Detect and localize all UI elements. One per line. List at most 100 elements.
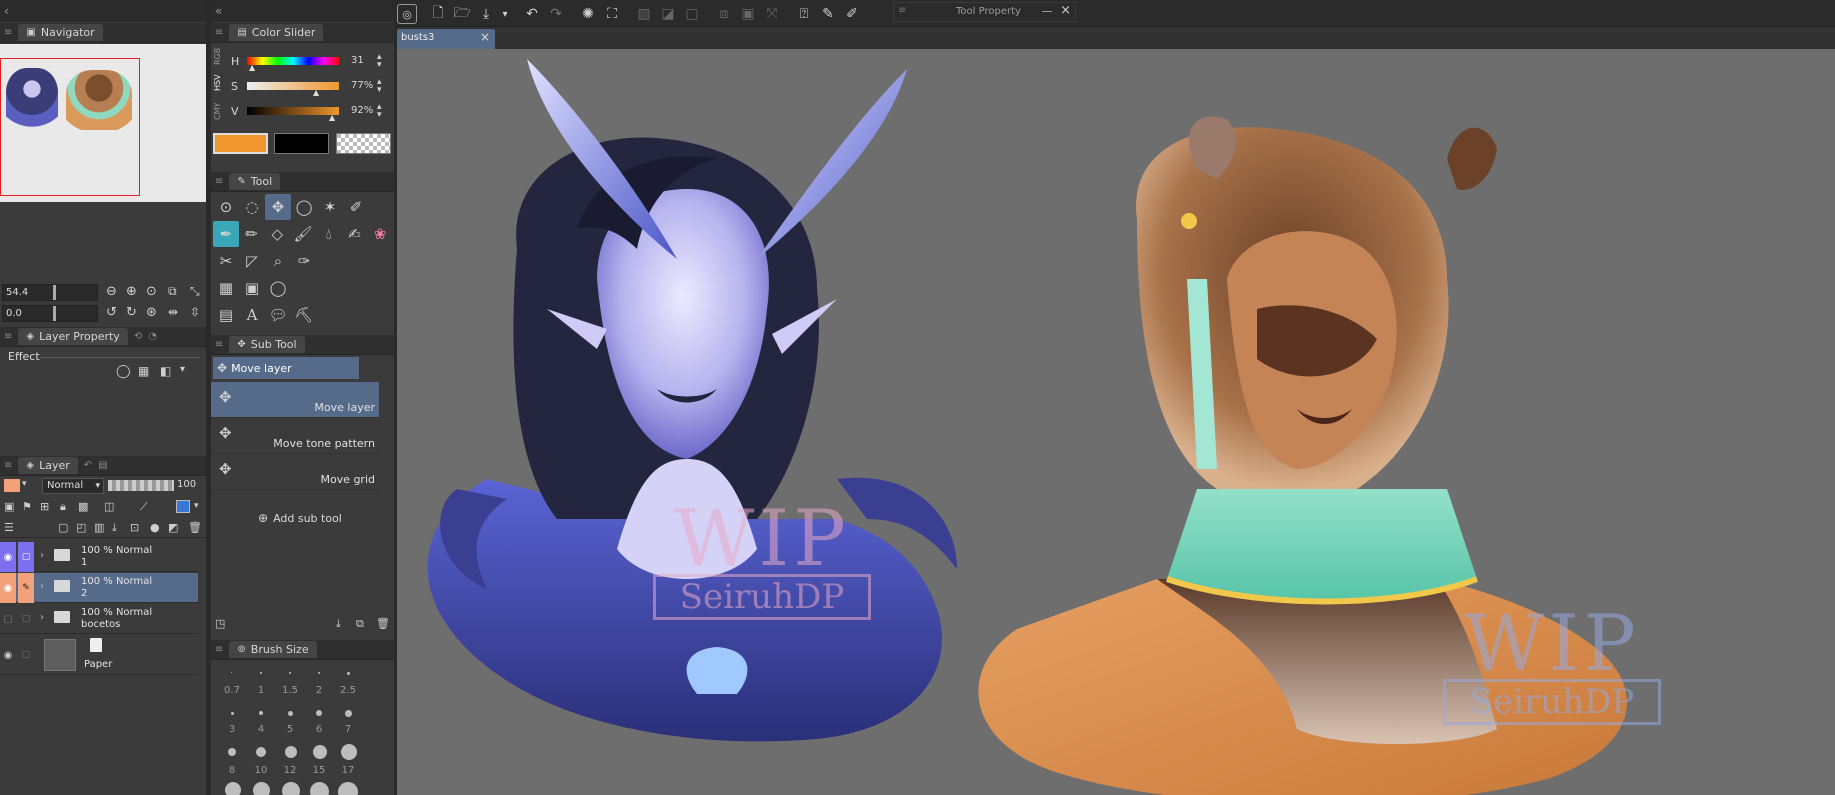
save-icon[interactable]: ⤓	[475, 3, 497, 25]
lock-layer-icon[interactable]: 🔒︎	[60, 500, 66, 514]
pen-settings-icon[interactable]: ✐	[841, 3, 863, 25]
sub-tool-item-move-layer[interactable]: ✥ Move layer	[211, 382, 379, 418]
close-icon[interactable]: ×	[1060, 3, 1071, 18]
saturation-stepper-icon[interactable]: ▴ ▾	[377, 78, 382, 95]
auto-action-tab-icon[interactable]: ▤	[98, 460, 107, 471]
convert-icon[interactable]: ▣	[737, 3, 759, 25]
lasso-selection-tool-icon[interactable]: ◯	[291, 194, 317, 220]
ruler-icon[interactable]: ⟋	[140, 500, 148, 514]
brush-size-dot[interactable]	[310, 782, 329, 795]
sub-tool-item-move-grid[interactable]: ✥ Move grid	[211, 454, 379, 490]
rotate-field[interactable]: 0.0	[2, 305, 98, 322]
main-color-swatch[interactable]	[213, 133, 268, 154]
sub-tool-tab[interactable]: ✥ Sub Tool	[229, 336, 305, 353]
hue-stepper-icon[interactable]: ▴ ▾	[377, 53, 382, 70]
brush-size-dot[interactable]	[285, 746, 297, 758]
visibility-eye-icon[interactable]: ◉	[0, 542, 16, 572]
new-vector-layer-icon[interactable]: ◰	[76, 521, 86, 534]
tool-tab[interactable]: ✎ Tool	[229, 173, 281, 190]
fill-tool-icon[interactable]: ✑	[291, 248, 317, 274]
clip-lower-layer-icon[interactable]: ▣	[4, 500, 14, 513]
folder-expand-icon[interactable]: ›	[40, 612, 44, 623]
shape-tool-icon[interactable]: ◯	[265, 275, 291, 301]
transfer-down-icon[interactable]: ⤓	[112, 521, 117, 535]
sub-tool-item-move-tone[interactable]: ✥ Move tone pattern	[211, 418, 379, 454]
brush-size-dot[interactable]	[313, 745, 327, 759]
tool-property-titlebar[interactable]: ≡ Tool Property ×	[893, 2, 1076, 22]
brush-size-dot[interactable]	[338, 782, 358, 795]
color-slider-tab[interactable]: ▤ Color Slider	[229, 24, 324, 41]
brush-size-dot[interactable]	[259, 711, 263, 715]
brush-size-dot[interactable]	[231, 672, 232, 673]
apply-mask-icon[interactable]: ◩	[168, 521, 178, 534]
sub-color-swatch[interactable]	[274, 133, 329, 154]
scale-icon[interactable]: ⤧	[761, 3, 783, 25]
gradient-tool-icon[interactable]: ▣	[239, 275, 265, 301]
layer-search-tab-icon[interactable]: ⟲	[134, 331, 142, 342]
panel-grip-icon[interactable]: ≡	[215, 644, 223, 655]
zoom-field[interactable]: 54.4	[2, 284, 98, 301]
open-file-icon[interactable]: 🗁︎	[451, 3, 473, 25]
collapse-left-icon[interactable]: ‹	[4, 4, 9, 18]
rotate-view-tool-icon[interactable]: ◌	[239, 194, 265, 220]
zoom-out-icon[interactable]: ⊖	[106, 284, 117, 299]
color-mode-tab-rgb[interactable]: RGB	[213, 45, 227, 67]
help-icon[interactable]: ⍰	[793, 3, 815, 25]
flip-horizontal-icon[interactable]: ⇹	[168, 305, 178, 319]
panel-grip-icon[interactable]: ≡	[4, 27, 12, 38]
value-stepper-icon[interactable]: ▴ ▾	[377, 103, 382, 120]
ruler-tool-icon[interactable]: ▤	[213, 302, 239, 328]
operation-tool-icon[interactable]: ⌕	[265, 248, 291, 274]
layer-row[interactable]: ▢ ▢ › 100 % Normal bocetos	[0, 604, 198, 634]
pen-pressure-icon[interactable]: ✎	[817, 3, 839, 25]
brush-size-dot[interactable]	[260, 672, 262, 674]
sub-tool-duplicate-icon[interactable]: ⧉	[356, 617, 364, 631]
brush-size-dot[interactable]	[256, 747, 266, 757]
brush-size-dot[interactable]	[289, 672, 291, 674]
value-slider-thumb[interactable]: ▲	[329, 113, 335, 122]
panel-grip-icon[interactable]: ≡	[215, 339, 223, 350]
zoom-tool-icon[interactable]: ⊙	[213, 194, 239, 220]
flip-vertical-icon[interactable]: ⇳	[190, 305, 200, 319]
brush-size-dot[interactable]	[282, 782, 300, 795]
history-tab-icon[interactable]: ↶	[84, 460, 92, 471]
border-effect-icon[interactable]: ◯	[116, 364, 131, 379]
brush-size-tab[interactable]: ⊚ Brush Size	[229, 641, 317, 658]
new-folder-icon[interactable]: ▥	[94, 521, 104, 534]
pen-tool-icon[interactable]: ✒	[213, 221, 239, 247]
navigator-tab[interactable]: ▣ Navigator	[18, 24, 103, 41]
color-mode-tab-hsv[interactable]: HSV	[213, 71, 227, 95]
reference-layer-icon[interactable]: ⚑	[22, 500, 32, 513]
rotate-slider-thumb[interactable]	[53, 306, 56, 321]
layer-color-tag[interactable]: ▢	[18, 635, 34, 675]
sub-tool-delete-icon[interactable]: 🗑︎	[376, 617, 390, 630]
layer-color-effect-icon[interactable]: ◧	[160, 364, 171, 378]
visibility-eye-icon[interactable]: ◉	[0, 573, 16, 603]
combine-down-icon[interactable]: ⊡	[130, 521, 139, 534]
eraser-tool-icon[interactable]: ◇	[264, 221, 290, 247]
layer-color-toggle-dropdown-icon[interactable]: ▾	[194, 501, 199, 511]
layer-color-dropdown-icon[interactable]: ▾	[22, 479, 27, 489]
canvas[interactable]: WIP SeiruhDP WIP SeiruhDP	[397, 49, 1835, 795]
panel-grip-icon[interactable]: ≡	[4, 331, 12, 342]
layer-palette-tab-icon[interactable]: ◔	[148, 331, 157, 342]
auto-select-tool-icon[interactable]: ✶	[317, 194, 343, 220]
brush-size-dot[interactable]	[345, 710, 352, 717]
edit-target-pen-icon[interactable]: ✎	[18, 573, 34, 603]
transform-icon[interactable]: ⧈	[713, 3, 735, 25]
clear-icon[interactable]: ▨	[633, 3, 655, 25]
clear-outside-icon[interactable]: ◪	[657, 3, 679, 25]
sub-tool-import-icon[interactable]: ⤓	[336, 617, 341, 631]
brush-size-dot[interactable]	[225, 782, 241, 795]
opacity-slider[interactable]	[108, 480, 174, 491]
rotate-right-icon[interactable]: ↻	[126, 305, 137, 320]
new-file-icon[interactable]: 🗋︎	[427, 3, 449, 25]
delete-layer-icon[interactable]: 🗑︎	[188, 521, 202, 534]
hue-slider-thumb[interactable]: ▲	[249, 63, 255, 72]
frame-border-tool-icon[interactable]: ▦	[213, 275, 239, 301]
text-tool-icon[interactable]: A	[239, 302, 265, 328]
correct-line-tool-icon[interactable]: ✂	[213, 248, 239, 274]
brush-size-dot[interactable]	[341, 744, 357, 760]
layer-color-toggle[interactable]	[176, 500, 190, 513]
tool-property-minimize-icon[interactable]	[1042, 11, 1052, 12]
